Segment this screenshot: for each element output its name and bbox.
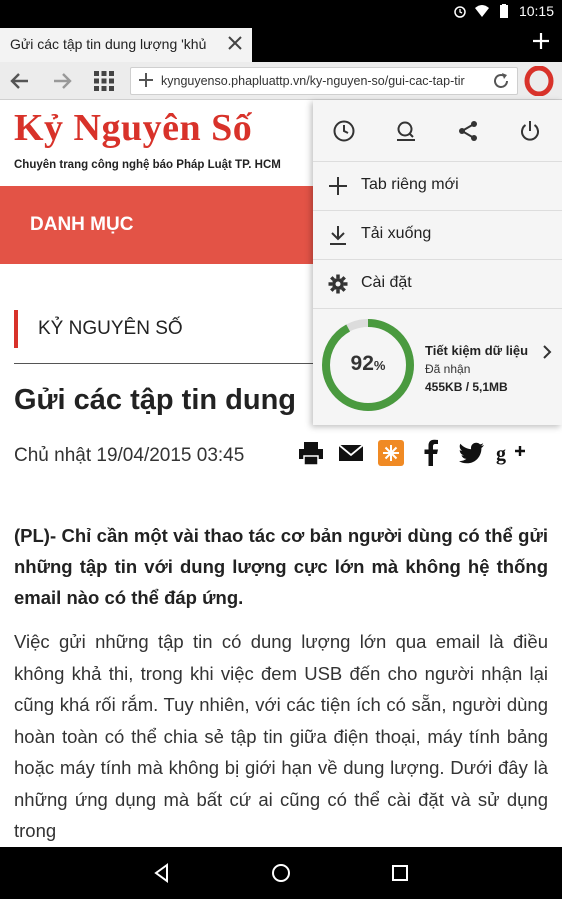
status-time: 10:15 — [518, 3, 554, 19]
print-icon[interactable] — [296, 438, 326, 468]
article-body: Việc gửi những tập tin có dung lượng lớn… — [14, 631, 548, 841]
facebook-icon[interactable] — [416, 438, 446, 468]
section-heading[interactable]: KỶ NGUYÊN SỐ — [14, 310, 183, 348]
google-plus-icon[interactable]: g — [496, 438, 526, 468]
data-saver-subtitle: Đã nhận — [425, 362, 471, 376]
download-icon — [330, 226, 346, 245]
url-text: kynguyenso.phapluattp.vn/ky-nguyen-so/gu… — [161, 74, 465, 88]
wifi-icon — [474, 5, 489, 17]
new-tab-icon[interactable] — [530, 30, 552, 52]
plus-icon — [329, 177, 347, 195]
gear-icon — [328, 274, 348, 294]
nav-back-icon[interactable] — [150, 861, 174, 885]
share-toolbar: g — [296, 438, 526, 468]
nav-recents-icon[interactable] — [388, 861, 412, 885]
menu-item-downloads[interactable]: Tải xuống — [313, 211, 562, 260]
system-nav-bar — [0, 847, 562, 899]
url-field[interactable]: kynguyenso.phapluattp.vn/ky-nguyen-so/gu… — [130, 67, 518, 95]
battery-icon — [499, 4, 508, 18]
back-icon[interactable] — [8, 69, 32, 93]
share-plus-icon[interactable] — [376, 438, 406, 468]
opera-menu: Tab riêng mới Tải xuống Cài đặt 92% Tiết… — [313, 100, 562, 425]
chevron-right-icon — [543, 345, 552, 359]
menu-item-label: Tải xuống — [361, 225, 432, 242]
add-bookmark-icon[interactable] — [137, 71, 155, 89]
speed-dial-icon[interactable] — [92, 69, 116, 93]
email-icon[interactable] — [336, 438, 366, 468]
site-logo[interactable]: Kỷ Nguyên Số — [14, 106, 252, 150]
data-saver-panel[interactable]: 92% Tiết kiệm dữ liệu Đã nhận 455KB / 5,… — [313, 310, 562, 425]
site-tagline: Chuyên trang công nghệ báo Pháp Luật TP.… — [14, 159, 281, 171]
nav-home-icon[interactable] — [269, 861, 293, 885]
alarm-icon — [454, 6, 466, 18]
power-icon[interactable] — [518, 119, 542, 143]
reload-icon[interactable] — [491, 71, 511, 91]
tab-title: Gửi các tập tin dung lượng 'khủ — [10, 36, 207, 52]
menu-item-private-tab[interactable]: Tab riêng mới — [313, 162, 562, 211]
twitter-icon[interactable] — [456, 438, 486, 468]
tab-strip: Gửi các tập tin dung lượng 'khủ — [0, 24, 562, 62]
data-saver-amount: 455KB / 5,1MB — [425, 380, 508, 394]
status-bar: 10:15 — [0, 0, 562, 24]
share-icon[interactable] — [456, 119, 480, 143]
data-saver-title: Tiết kiệm dữ liệu — [425, 343, 529, 358]
category-menu-label: DANH MỤC — [30, 214, 134, 235]
forward-icon[interactable] — [50, 69, 74, 93]
svg-text:g: g — [496, 443, 506, 465]
opera-menu-icon[interactable] — [524, 66, 554, 96]
find-in-page-icon[interactable] — [394, 119, 418, 143]
opera-menu-toolbar — [313, 100, 562, 162]
address-bar: kynguyenso.phapluattp.vn/ky-nguyen-so/gu… — [0, 62, 562, 100]
tab-active[interactable]: Gửi các tập tin dung lượng 'khủ — [0, 28, 252, 62]
menu-item-settings[interactable]: Cài đặt — [313, 260, 562, 309]
menu-item-label: Cài đặt — [361, 274, 412, 291]
close-icon[interactable] — [224, 32, 246, 54]
menu-item-label: Tab riêng mới — [361, 176, 459, 193]
article-lead: (PL)- Chỉ cần một vài thao tác cơ bản ng… — [14, 525, 548, 608]
article-title: Gửi các tập tin dung — [14, 384, 297, 416]
history-icon[interactable] — [332, 119, 356, 143]
article-date: Chủ nhật 19/04/2015 03:45 — [14, 445, 245, 466]
data-saver-percent: 92% — [350, 352, 386, 375]
